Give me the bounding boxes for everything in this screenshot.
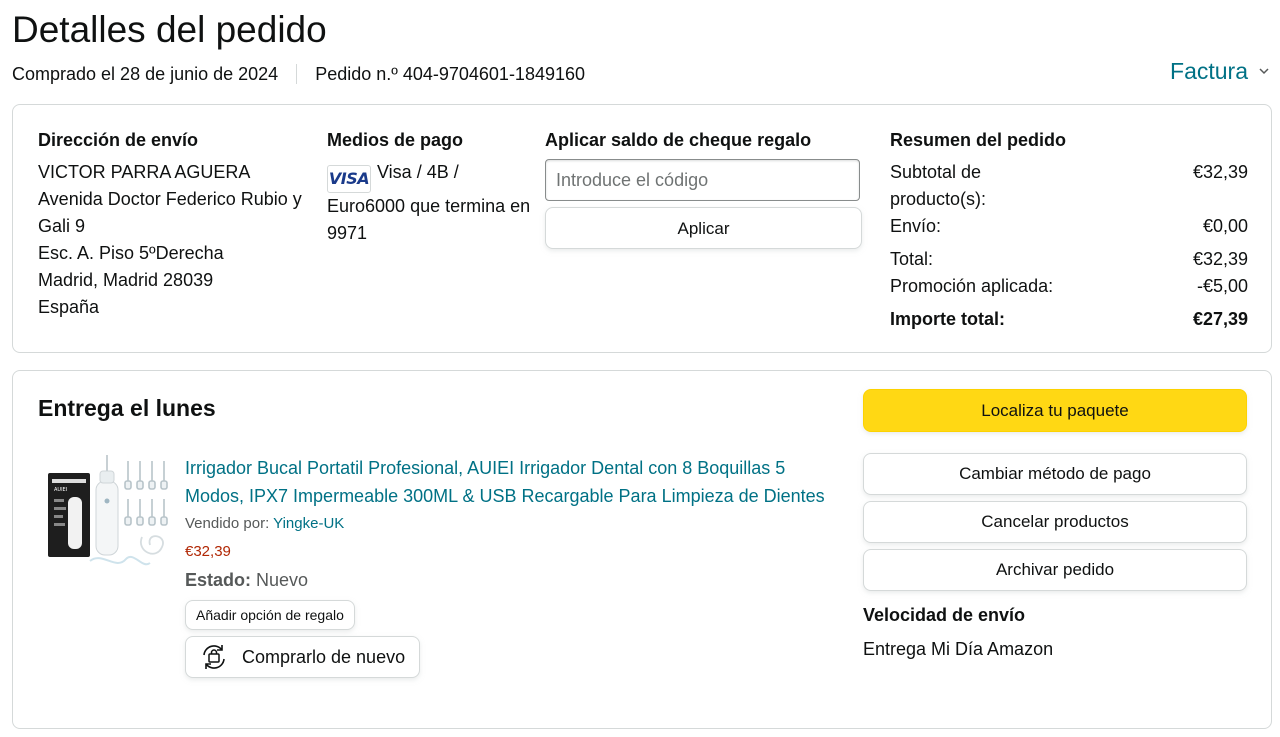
- promo-value: -€5,00: [1196, 276, 1248, 296]
- grand-total-label: Importe total:: [890, 309, 1005, 329]
- payment-title: Medios de pago: [327, 130, 464, 150]
- promo-label: Promoción aplicada:: [890, 276, 1054, 296]
- apply-gift-button[interactable]: Aplicar: [545, 207, 862, 249]
- shipping-speed-title: Velocidad de envío: [863, 605, 1026, 625]
- payment-method: VISA Visa / 4B / Euro6000 que termina en …: [327, 159, 537, 247]
- shipping-cost-label: Envío:: [890, 216, 942, 236]
- order-actions: Localiza tu paquete Cambiar método de pa…: [863, 389, 1247, 661]
- visa-logo: VISA: [327, 165, 371, 193]
- box-brand: AUIEI: [54, 487, 67, 493]
- subtotal-label: Subtotal de producto(s):: [890, 162, 987, 209]
- order-info-card: Dirección de envío VICTOR PARRA AGUERA A…: [12, 104, 1272, 353]
- order-meta: Comprado el 28 de junio de 2024 Pedido n…: [12, 62, 585, 86]
- invoice-label: Factura: [1170, 58, 1248, 84]
- sold-by-label: Vendido por:: [185, 515, 270, 532]
- buy-again-label: Comprarlo de nuevo: [242, 646, 406, 667]
- payment-section: Medios de pago VISA Visa / 4B / Euro6000 …: [327, 127, 537, 247]
- divider: [296, 64, 298, 84]
- change-payment-button[interactable]: Cambiar método de pago: [863, 453, 1247, 495]
- sold-by: Vendido por: Yingke-UK: [185, 514, 835, 534]
- archive-order-button[interactable]: Archivar pedido: [863, 549, 1247, 591]
- shipping-address-section: Dirección de envío VICTOR PARRA AGUERA A…: [38, 127, 318, 321]
- shipping-cost-value: €0,00: [1202, 216, 1248, 236]
- shipping-country: España: [38, 297, 100, 317]
- promo-row: Promoción aplicada: -€5,00: [890, 273, 1248, 300]
- shipping-city: Madrid, Madrid 28039: [38, 270, 214, 290]
- buy-again-button[interactable]: Comprarlo de nuevo: [185, 636, 421, 678]
- grand-total-value: €27,39: [1192, 309, 1248, 329]
- condition-value: Nuevo: [256, 570, 309, 590]
- shipping-name: VICTOR PARRA AGUERA: [38, 162, 251, 182]
- delivery-title: Entrega el lunes: [38, 395, 216, 421]
- order-number: Pedido n.º 404-9704601-1849160: [315, 64, 586, 84]
- shipping-address-title: Dirección de envío: [38, 130, 199, 150]
- product-title-link[interactable]: Irrigador Bucal Portatil Profesional, AU…: [185, 455, 835, 510]
- condition-label: Estado:: [185, 570, 252, 590]
- shipping-street: Avenida Doctor Federico Rubio y Gali 9: [38, 189, 302, 236]
- add-gift-option-button[interactable]: Añadir opción de regalo: [185, 600, 355, 630]
- shipping-cost-row: Envío: €0,00: [890, 213, 1248, 240]
- shipping-unit: Esc. A. Piso 5ºDerecha: [38, 243, 224, 263]
- product-condition: Estado: Nuevo: [185, 568, 835, 592]
- product-info: Irrigador Bucal Portatil Profesional, AU…: [185, 455, 835, 678]
- seller-link[interactable]: Yingke-UK: [273, 515, 344, 532]
- buy-again-icon: [203, 645, 225, 669]
- invoice-dropdown[interactable]: Factura: [1170, 56, 1270, 86]
- gift-code-input[interactable]: [545, 159, 860, 201]
- total-label: Total:: [890, 249, 934, 269]
- grand-total-row: Importe total: €27,39: [890, 306, 1248, 333]
- cancel-items-button[interactable]: Cancelar productos: [863, 501, 1247, 543]
- total-value: €32,39: [1192, 249, 1248, 269]
- delivery-card: Entrega el lunes AUIEI Irrigador Bucal P…: [12, 370, 1272, 729]
- subtotal-row: Subtotal de producto(s): €32,39: [890, 159, 1248, 213]
- product-price: €32,39: [185, 543, 231, 560]
- purchase-date: Comprado el 28 de junio de 2024: [12, 64, 279, 84]
- product-image[interactable]: AUIEI: [46, 451, 172, 581]
- order-summary-title: Resumen del pedido: [890, 130, 1067, 150]
- track-package-button[interactable]: Localiza tu paquete: [863, 389, 1247, 432]
- page-title: Detalles del pedido: [12, 9, 327, 50]
- chevron-down-icon: [1259, 68, 1269, 75]
- total-row: Total: €32,39: [890, 246, 1248, 273]
- gift-card-section: Aplicar saldo de cheque regalo Aplicar: [545, 127, 863, 249]
- gift-card-title: Aplicar saldo de cheque regalo: [545, 130, 812, 150]
- subtotal-value: €32,39: [1192, 162, 1248, 182]
- shipping-speed-value: Entrega Mi Día Amazon: [863, 639, 1054, 659]
- order-summary-section: Resumen del pedido Subtotal de producto(…: [890, 127, 1248, 333]
